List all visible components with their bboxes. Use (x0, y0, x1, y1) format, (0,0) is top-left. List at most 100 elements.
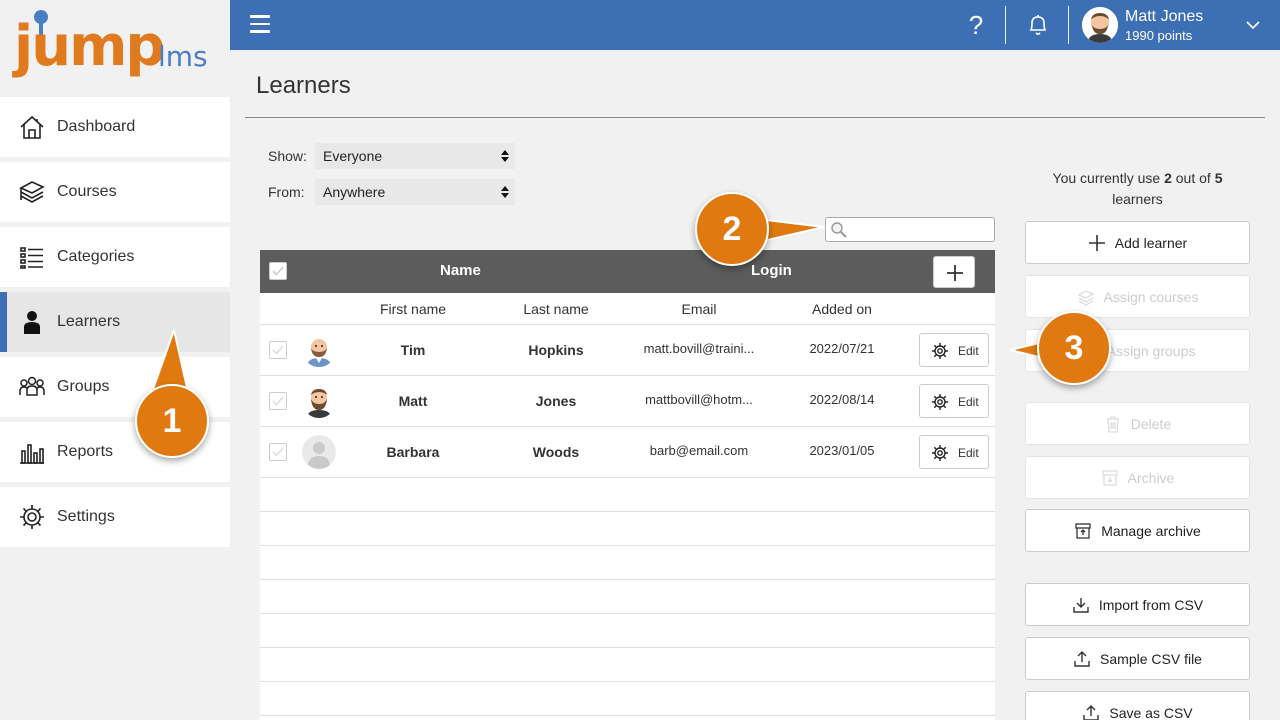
manage-archive-label: Manage archive (1101, 522, 1201, 539)
column-header-first-name[interactable]: First name (366, 301, 460, 317)
cell-last-name: Woods (532, 444, 580, 460)
sidebar-item-label: Courses (57, 183, 117, 200)
cell-added-on: 2022/07/21 (809, 341, 875, 356)
download-icon (1072, 596, 1090, 614)
user-avatar[interactable] (1082, 7, 1118, 43)
avatar (302, 384, 336, 418)
sample-csv-label: Sample CSV file (1100, 650, 1202, 667)
add-learner-button[interactable]: Add learner (1025, 221, 1250, 264)
edit-button-label: Edit (958, 344, 979, 358)
table-row[interactable]: Tim Hopkins matt.bovill@traini... 2022/0… (260, 325, 995, 376)
cell-email: matt.bovill@traini... (643, 341, 755, 356)
chevron-down-icon[interactable] (1245, 17, 1261, 33)
sidebar-item-label: Groups (57, 378, 110, 395)
add-column-button[interactable] (933, 256, 975, 288)
delete-label: Delete (1130, 415, 1172, 432)
row-checkbox[interactable] (269, 392, 287, 410)
cell-email: mattbovill@hotm... (645, 392, 753, 407)
person-icon (17, 307, 47, 337)
hamburger-menu-icon[interactable] (250, 15, 270, 33)
table-row[interactable]: Barbara Woods barb@email.com 2023/01/05 … (260, 427, 995, 478)
column-header-email[interactable]: Email (660, 301, 738, 317)
help-icon[interactable]: ? (965, 10, 987, 40)
import-csv-label: Import from CSV (1098, 596, 1204, 613)
archive-button[interactable]: Archive (1025, 456, 1250, 499)
empty-row (260, 614, 995, 648)
empty-row (260, 512, 995, 546)
table-row[interactable]: Matt Jones mattbovill@hotm... 2022/08/14… (260, 376, 995, 427)
user-points: 1990 points (1125, 28, 1193, 43)
save-csv-button[interactable]: Save as CSV (1025, 691, 1250, 720)
usage-used: 2 (1164, 170, 1172, 186)
sample-csv-button[interactable]: Sample CSV file (1025, 637, 1250, 680)
upload-icon (1073, 650, 1091, 668)
import-csv-button[interactable]: Import from CSV (1025, 583, 1250, 626)
row-checkbox[interactable] (269, 443, 287, 461)
row-checkbox[interactable] (269, 341, 287, 359)
sidebar-item-settings[interactable]: Settings (0, 487, 230, 547)
from-filter-select[interactable]: Anywhere (315, 179, 515, 205)
plus-icon (1088, 234, 1106, 252)
list-icon (17, 242, 47, 272)
edit-button-label: Edit (958, 446, 979, 460)
show-filter-select[interactable]: Everyone (315, 143, 515, 169)
select-all-checkbox[interactable] (269, 262, 287, 280)
topbar-divider (1068, 6, 1069, 44)
search-icon (831, 222, 847, 238)
trash-icon (1104, 415, 1122, 433)
show-filter-value: Everyone (323, 148, 383, 164)
avatar (302, 435, 336, 469)
group-icon (17, 372, 47, 402)
usage-prefix: You currently use (1052, 170, 1165, 186)
from-filter-label: From: (268, 184, 305, 200)
cell-added-on: 2022/08/14 (809, 392, 875, 407)
plus-icon (947, 265, 963, 281)
top-bar: ? Matt Jones 1990 points (230, 0, 1280, 50)
edit-button[interactable]: Edit (919, 333, 989, 367)
edit-button[interactable]: Edit (919, 435, 989, 469)
select-arrows-icon (501, 150, 509, 162)
sidebar-item-courses[interactable]: Courses (0, 162, 230, 222)
sidebar: jump lms Dashboard Courses Categories Le… (0, 0, 230, 720)
cell-first-name: Barbara (386, 444, 440, 460)
column-header-added-on[interactable]: Added on (800, 301, 884, 317)
user-name[interactable]: Matt Jones (1125, 8, 1203, 26)
from-filter-value: Anywhere (323, 184, 386, 200)
bar-chart-icon (17, 437, 47, 467)
usage-middle: out of (1171, 170, 1215, 186)
upload-icon (1082, 704, 1100, 720)
sidebar-item-dashboard[interactable]: Dashboard (0, 97, 230, 157)
books-icon (17, 177, 47, 207)
home-icon (17, 112, 47, 142)
assign-courses-button[interactable]: Assign courses (1025, 275, 1250, 318)
search-input[interactable] (825, 217, 995, 242)
empty-row (260, 546, 995, 580)
jumplms-logo[interactable]: jump lms (12, 8, 222, 90)
edit-button[interactable]: Edit (919, 384, 989, 418)
manage-archive-button[interactable]: Manage archive (1025, 509, 1250, 552)
topbar-divider (1005, 6, 1006, 44)
assign-courses-label: Assign courses (1103, 288, 1199, 305)
assign-groups-label: Assign groups (1106, 342, 1196, 359)
archive-box-icon (1074, 522, 1092, 540)
callout-2: 2 (695, 192, 769, 266)
cell-last-name: Hopkins (528, 342, 584, 358)
login-group-header: Login (751, 262, 792, 279)
sidebar-item-label: Reports (57, 443, 114, 460)
gear-icon (932, 394, 948, 410)
bell-icon[interactable] (1026, 13, 1050, 37)
page-title: Learners (256, 72, 351, 99)
cell-email: barb@email.com (649, 443, 749, 458)
sidebar-item-categories[interactable]: Categories (0, 227, 230, 287)
save-csv-label: Save as CSV (1109, 704, 1193, 720)
sidebar-item-label: Categories (57, 248, 135, 265)
column-header-last-name[interactable]: Last name (508, 301, 604, 317)
sidebar-item-label: Learners (57, 313, 121, 330)
callout-1: 1 (135, 384, 209, 458)
sidebar-item-learners[interactable]: Learners (0, 292, 230, 352)
gear-icon (17, 502, 47, 532)
archive-label: Archive (1127, 469, 1175, 486)
empty-row (260, 682, 995, 716)
title-divider (245, 117, 1265, 118)
delete-button[interactable]: Delete (1025, 402, 1250, 445)
